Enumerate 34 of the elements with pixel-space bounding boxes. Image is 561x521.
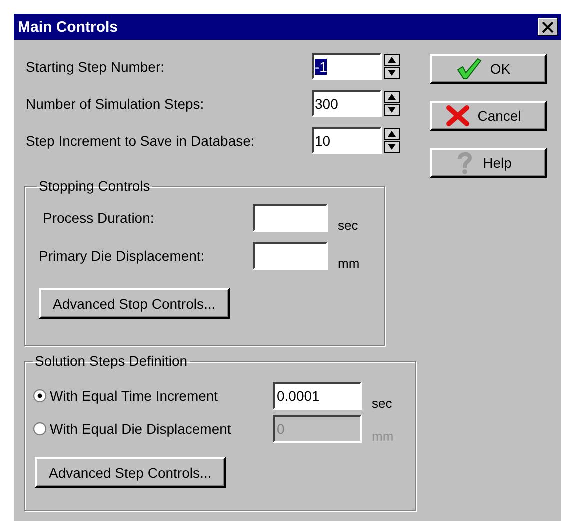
field-label: Number of Simulation Steps: (26, 96, 204, 112)
dialog-button[interactable]: OK (430, 54, 547, 84)
advanced-stop-button[interactable]: Advanced Stop Controls... (39, 288, 230, 319)
checkmark-icon (456, 57, 482, 81)
field-value: 300 (315, 96, 338, 112)
spin-field[interactable]: 10 (312, 127, 382, 154)
field-value: -1 (315, 58, 328, 74)
close-button[interactable] (538, 18, 558, 36)
input-field[interactable] (253, 204, 328, 232)
group-title: Solution Steps Definition (34, 353, 189, 369)
spinner-control[interactable] (384, 128, 400, 153)
group-title: Stopping Controls (38, 178, 152, 194)
unit-label: sec (372, 396, 392, 410)
radio-option[interactable]: With Equal Time Increment (33, 388, 273, 404)
dialog-button[interactable]: Cancel (430, 101, 547, 131)
unit-label: mm (338, 256, 360, 270)
close-icon (542, 22, 554, 32)
spin-field[interactable]: 300 (312, 90, 382, 117)
input-field[interactable] (253, 242, 328, 270)
dialog-button[interactable]: Help (430, 148, 547, 178)
field-label: Primary Die Displacement: (38, 248, 206, 264)
unit-label: sec (338, 218, 358, 232)
spin-field[interactable]: -1 (312, 53, 382, 80)
spinner-control[interactable] (384, 54, 400, 79)
advanced-step-button[interactable]: Advanced Step Controls... (35, 457, 226, 488)
field-label: Step Increment to Save in Database: (26, 132, 255, 148)
spinner-control[interactable] (384, 91, 400, 116)
input-field[interactable]: 0.0001 (273, 382, 362, 410)
field-label: Process Duration: (42, 210, 156, 226)
radio-button[interactable] (33, 389, 47, 403)
window-title: Main Controls (18, 18, 118, 36)
field-value: 10 (315, 132, 331, 148)
field-label: Starting Step Number: (26, 58, 165, 74)
cross-icon (446, 105, 470, 127)
